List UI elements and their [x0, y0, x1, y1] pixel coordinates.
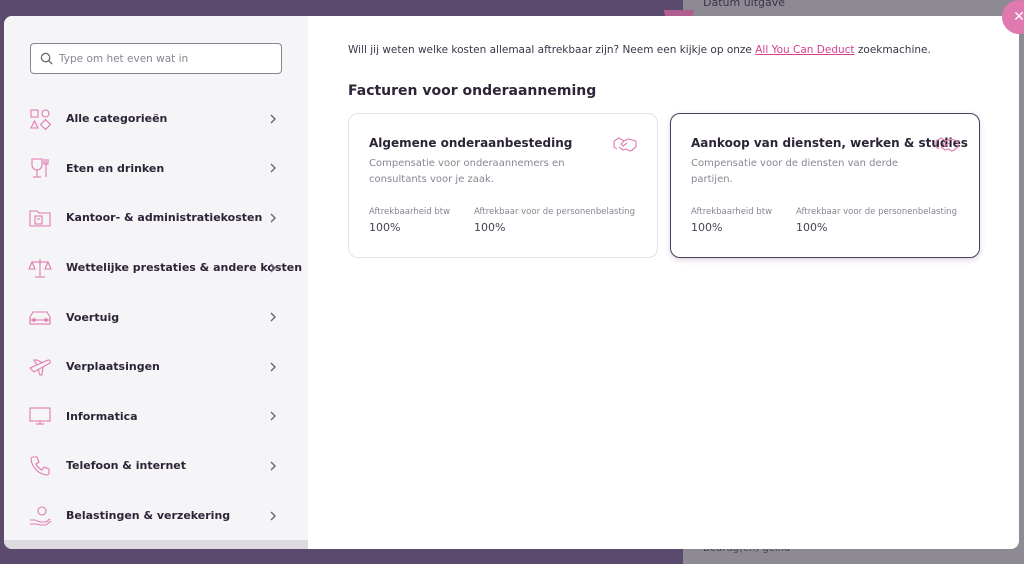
chevron-right-icon [270, 312, 276, 322]
category-label: Eten en drinken [66, 161, 165, 175]
hand-coin-icon [28, 504, 52, 528]
category-label: Informatica [66, 409, 138, 423]
background-datum-label: Datum uitgave [703, 0, 786, 9]
scales-icon [28, 256, 52, 280]
category-item-telefoon[interactable]: Telefoon & internet [4, 441, 308, 491]
category-item-voertuig[interactable]: Voertuig [4, 292, 308, 342]
card-description: Compensatie voor onderaannemers en consu… [369, 158, 565, 185]
category-item-kantoor[interactable]: Kantoor- & administratiekosten [4, 193, 308, 243]
intro-text-after: zoekmachine. [854, 44, 931, 56]
section-title: Facturen voor onderaanneming [348, 83, 597, 99]
food-drink-icon [28, 156, 52, 180]
phone-icon [28, 454, 52, 478]
intro-text-before: Will jij weten welke kosten allemaal aft… [348, 44, 756, 56]
vat-value: 100% [691, 221, 723, 234]
search-input[interactable] [59, 52, 269, 65]
category-list: Alle categorieën Eten en drinken Kantoor… [4, 94, 308, 540]
folder-icon [28, 206, 52, 230]
category-modal: Alle categorieën Eten en drinken Kantoor… [4, 16, 1019, 549]
chevron-right-icon [270, 163, 276, 173]
category-label: Alle categorieën [66, 112, 168, 126]
category-label: Belastingen & verzekering [66, 509, 231, 523]
shapes-icon [28, 107, 52, 131]
chevron-right-icon [270, 114, 276, 124]
card-description: Compensatie voor de diensten van derde p… [691, 158, 899, 185]
all-you-can-deduct-link[interactable]: All You Can Deduct [755, 44, 854, 56]
card-title: Aankoop van diensten, werken & studies [691, 136, 968, 150]
category-item-verplaatsingen[interactable]: Verplaatsingen [4, 342, 308, 392]
close-icon: ✕ [1013, 9, 1024, 25]
chevron-right-icon [270, 213, 276, 223]
category-label: Wettelijke prestaties & andere kosten [66, 261, 303, 275]
category-label: Kantoor- & administratiekosten [66, 211, 263, 225]
airplane-icon [28, 355, 52, 379]
search-box[interactable] [30, 43, 282, 74]
tax-value: 100% [474, 221, 506, 234]
category-item-wettelijke[interactable]: Wettelijke prestaties & andere kosten [4, 243, 308, 293]
tax-value: 100% [796, 221, 828, 234]
vat-label: Aftrekbaarheid btw [369, 207, 451, 217]
chevron-right-icon [270, 511, 276, 521]
vat-label: Aftrekbaarheid btw [691, 207, 773, 217]
category-item-alle[interactable]: Alle categorieën [4, 94, 308, 144]
chevron-right-icon [270, 263, 276, 273]
category-sidebar: Alle categorieën Eten en drinken Kantoor… [4, 16, 308, 549]
car-icon [28, 305, 52, 329]
handshake-icon [935, 135, 959, 155]
card-aankoop-diensten[interactable]: Aankoop van diensten, werken & studies C… [670, 113, 980, 258]
category-label: Verplaatsingen [66, 360, 160, 374]
category-item-informatica[interactable]: Informatica [4, 392, 308, 442]
chevron-right-icon [270, 362, 276, 372]
category-item-eten[interactable]: Eten en drinken [4, 144, 308, 194]
intro-text: Will jij weten welke kosten allemaal aft… [348, 44, 931, 56]
handshake-icon [613, 135, 637, 155]
vat-value: 100% [369, 221, 401, 234]
monitor-icon [28, 404, 52, 428]
card-title: Algemene onderaanbesteding [369, 136, 573, 150]
tax-label: Aftrekbaar voor de personenbelasting [474, 207, 635, 217]
chevron-right-icon [270, 411, 276, 421]
tax-label: Aftrekbaar voor de personenbelasting [796, 207, 957, 217]
category-item-belastingen[interactable]: Belastingen & verzekering [4, 491, 308, 541]
category-label: Telefoon & internet [66, 459, 187, 473]
category-label: Voertuig [66, 310, 120, 324]
card-algemene-onderaanbesteding[interactable]: Algemene onderaanbesteding Compensatie v… [348, 113, 658, 258]
main-content: Will jij weten welke kosten allemaal aft… [308, 16, 1019, 549]
chevron-right-icon [270, 461, 276, 471]
sidebar-scroll-area[interactable] [4, 540, 308, 549]
search-icon [40, 52, 53, 65]
